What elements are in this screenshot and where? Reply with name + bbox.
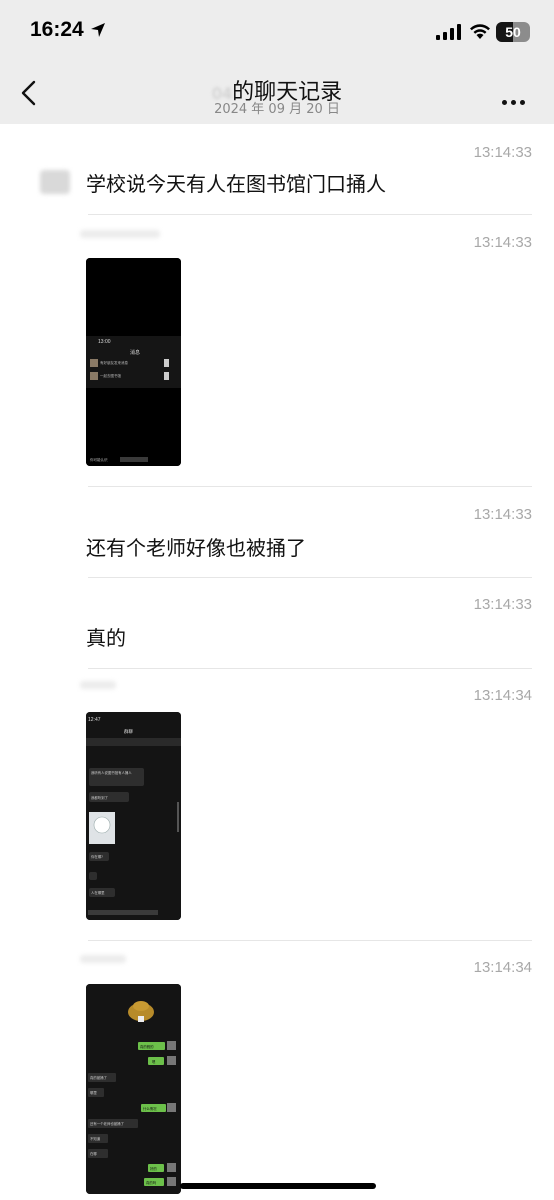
blurred-sender	[80, 955, 126, 963]
preview-avatar	[90, 372, 98, 380]
screenshot-preview: 13:00 消息 有好朋友发来消息 一起去图书馆 你可能认识	[86, 258, 181, 466]
wifi-icon	[470, 24, 490, 39]
chat-record-item: 13:14:33 13:00 消息 有好朋友发来消息 一起去图书馆 你可能认识	[0, 216, 554, 488]
preview-bubble: 好的	[150, 1166, 157, 1171]
blurred-sender	[80, 681, 116, 689]
battery-level: 50	[505, 24, 521, 40]
preview-bubble: 在哪	[90, 1151, 97, 1156]
preview-bubble: 哪里	[90, 1090, 97, 1095]
preview-bubble: 什么情况	[143, 1106, 157, 1111]
preview-time: 12:47	[88, 717, 101, 723]
status-time: 16:24	[30, 18, 84, 41]
preview-avatar	[90, 359, 98, 367]
chat-record-item: 13:14:33 真的	[0, 578, 554, 669]
image-thumbnail[interactable]: 12:47 群聊 我听有人说图书馆有人捅人 我都听到了 你在哪? 人在哪里	[86, 712, 181, 920]
chat-record-item: 13:14:33 还有个老师好像也被捅了	[0, 488, 554, 578]
dot-icon	[511, 100, 516, 105]
message-text: 还有个老师好像也被捅了	[86, 536, 306, 560]
blurred-sender	[80, 230, 160, 238]
preview-row: 你在哪?	[91, 854, 103, 859]
message-text: 学校说今天有人在图书馆门口捅人	[86, 172, 386, 196]
preview-row: 有好朋友发来消息	[100, 360, 128, 365]
preview-row: 我听有人说图书馆有人捅人	[91, 770, 132, 775]
page-date: 2024 年 09 月 20 日	[214, 102, 340, 117]
divider	[88, 214, 532, 215]
message-time: 13:14:34	[473, 687, 532, 704]
screenshot-preview: 真的假的 嗯 真的被捅了 哪里 什么情况 还有一个老师也被捅了 不知道 在哪 好…	[86, 984, 181, 1194]
chat-record-item: 13:14:34 12:47 群聊 我听有人说图书馆有人捅人 我都听到了 你在哪…	[0, 669, 554, 941]
dot-icon	[502, 100, 507, 105]
preview-row: 一起去图书馆	[100, 373, 121, 378]
preview-bubble: 真的假的	[140, 1044, 154, 1049]
preview-bubble: 还有一个老师也被捅了	[90, 1121, 125, 1126]
preview-bubble: 真的吗	[146, 1180, 157, 1185]
preview-row: 我都听到了	[91, 795, 109, 800]
location-arrow-icon	[91, 23, 105, 37]
preview-bubble: 不知道	[90, 1136, 101, 1141]
image-thumbnail[interactable]: 真的假的 嗯 真的被捅了 哪里 什么情况 还有一个老师也被捅了 不知道 在哪 好…	[86, 984, 181, 1194]
preview-title: 群聊	[124, 728, 133, 735]
avatar	[40, 170, 70, 194]
image-thumbnail[interactable]: 13:00 消息 有好朋友发来消息 一起去图书馆 你可能认识	[86, 258, 181, 466]
preview-time: 13:00	[98, 339, 111, 345]
message-time: 13:14:33	[473, 234, 532, 251]
dot-icon	[520, 100, 525, 105]
message-text: 真的	[86, 626, 126, 650]
message-time: 13:14:33	[473, 506, 532, 523]
preview-caption: 你可能认识	[90, 457, 108, 462]
cellular-signal-icon	[436, 24, 461, 40]
divider	[88, 486, 532, 487]
preview-bubble: 真的被捅了	[90, 1075, 108, 1080]
chat-record-item: 13:14:34 真的假的 嗯 真的被捅了 哪里 什么情况 还有一个老师也被捅了…	[0, 941, 554, 1200]
message-time: 13:14:33	[473, 596, 532, 613]
more-options-button[interactable]	[502, 90, 530, 105]
chat-record-item: 13:14:33 学校说今天有人在图书馆门口捅人	[0, 124, 554, 216]
home-indicator[interactable]	[180, 1183, 376, 1189]
status-bar: 16:24 50	[0, 0, 554, 62]
preview-row: 人在哪里	[91, 890, 105, 895]
battery-indicator: 50	[496, 22, 530, 42]
nav-bar: 04的聊天记录 2024 年 09 月 20 日	[0, 62, 554, 124]
screenshot-preview: 12:47 群聊 我听有人说图书馆有人捅人 我都听到了 你在哪? 人在哪里	[86, 712, 181, 920]
message-time: 13:14:34	[473, 959, 532, 976]
preview-title: 消息	[130, 349, 140, 356]
message-time: 13:14:33	[473, 144, 532, 161]
